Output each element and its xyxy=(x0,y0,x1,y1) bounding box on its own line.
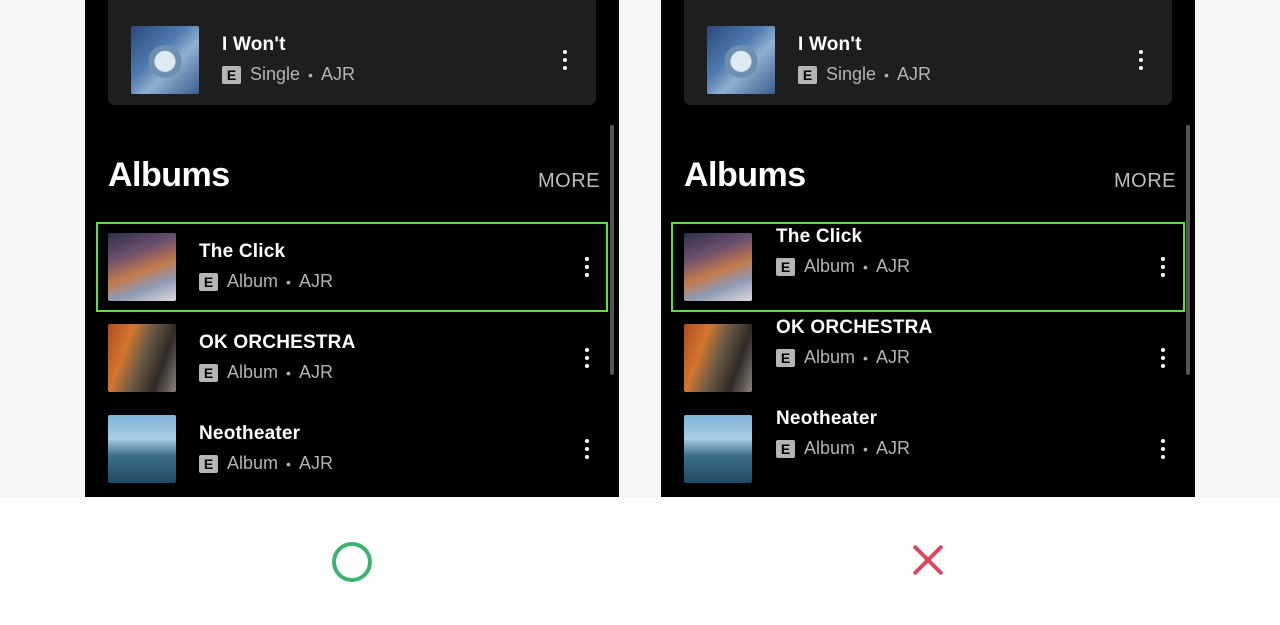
single-card[interactable]: I Won't E Single • AJR xyxy=(684,0,1172,105)
single-art xyxy=(707,26,775,94)
album-art xyxy=(108,324,176,392)
album-kind: Album xyxy=(227,362,279,382)
album-subtitle: E Album • AJR xyxy=(199,453,333,474)
album-kind: Album xyxy=(227,271,279,291)
more-options-icon[interactable] xyxy=(559,48,571,72)
separator: • xyxy=(308,66,313,83)
single-artist: AJR xyxy=(320,64,355,84)
album-art xyxy=(108,233,176,301)
explicit-badge: E xyxy=(199,454,218,473)
single-title: I Won't xyxy=(798,34,862,55)
correct-example-panel: I Won't E Single • AJR Albums MORE The C… xyxy=(85,0,619,497)
album-title: Neotheater xyxy=(199,423,301,444)
album-artist: AJR xyxy=(298,362,333,382)
album-title: OK ORCHESTRA xyxy=(776,317,933,338)
more-options-icon[interactable] xyxy=(1157,346,1169,370)
album-artist: AJR xyxy=(298,453,333,473)
separator: • xyxy=(863,349,868,366)
album-subtitle: E Album • AJR xyxy=(776,347,910,368)
explicit-badge: E xyxy=(199,272,218,291)
explicit-badge: E xyxy=(776,348,795,367)
album-kind: Album xyxy=(804,347,856,367)
more-options-icon[interactable] xyxy=(1157,255,1169,279)
single-subtitle: E Single • AJR xyxy=(222,64,355,85)
separator: • xyxy=(286,455,291,472)
album-artist: AJR xyxy=(875,438,910,458)
scrollbar[interactable] xyxy=(610,125,614,375)
albums-heading: Albums xyxy=(108,156,230,194)
separator: • xyxy=(286,273,291,290)
explicit-badge: E xyxy=(776,439,795,458)
album-kind: Album xyxy=(804,256,856,276)
album-kind: Album xyxy=(804,438,856,458)
cross-wrong-icon xyxy=(908,540,948,580)
album-kind: Album xyxy=(227,453,279,473)
single-subtitle: E Single • AJR xyxy=(798,64,931,85)
more-options-icon[interactable] xyxy=(581,255,593,279)
incorrect-example-panel: I Won't E Single • AJR Albums MORE The C… xyxy=(661,0,1195,497)
explicit-badge: E xyxy=(222,65,241,84)
scrollbar[interactable] xyxy=(1186,125,1190,375)
more-options-icon[interactable] xyxy=(1135,48,1147,72)
single-title: I Won't xyxy=(222,34,286,55)
album-subtitle: E Album • AJR xyxy=(199,362,333,383)
separator: • xyxy=(884,66,889,83)
more-options-icon[interactable] xyxy=(1157,437,1169,461)
more-button[interactable]: MORE xyxy=(538,170,600,193)
explicit-badge: E xyxy=(776,257,795,276)
album-title: The Click xyxy=(776,226,863,247)
album-artist: AJR xyxy=(875,256,910,276)
album-title: The Click xyxy=(199,241,286,262)
separator: • xyxy=(286,364,291,381)
explicit-badge: E xyxy=(798,65,817,84)
single-kind: Single xyxy=(826,64,877,84)
single-card[interactable]: I Won't E Single • AJR xyxy=(108,0,596,105)
separator: • xyxy=(863,258,868,275)
more-options-icon[interactable] xyxy=(581,346,593,370)
album-art xyxy=(684,233,752,301)
album-artist: AJR xyxy=(875,347,910,367)
album-subtitle: E Album • AJR xyxy=(776,438,910,459)
album-artist: AJR xyxy=(298,271,333,291)
album-art xyxy=(684,415,752,483)
single-artist: AJR xyxy=(896,64,931,84)
single-art xyxy=(131,26,199,94)
more-button[interactable]: MORE xyxy=(1114,170,1176,193)
album-art xyxy=(108,415,176,483)
separator: • xyxy=(863,440,868,457)
more-options-icon[interactable] xyxy=(581,437,593,461)
album-subtitle: E Album • AJR xyxy=(199,271,333,292)
album-art xyxy=(684,324,752,392)
single-kind: Single xyxy=(250,64,301,84)
album-title: Neotheater xyxy=(776,408,878,429)
explicit-badge: E xyxy=(199,363,218,382)
album-title: OK ORCHESTRA xyxy=(199,332,356,353)
circle-correct-icon xyxy=(332,542,372,582)
albums-heading: Albums xyxy=(684,156,806,194)
album-subtitle: E Album • AJR xyxy=(776,256,910,277)
